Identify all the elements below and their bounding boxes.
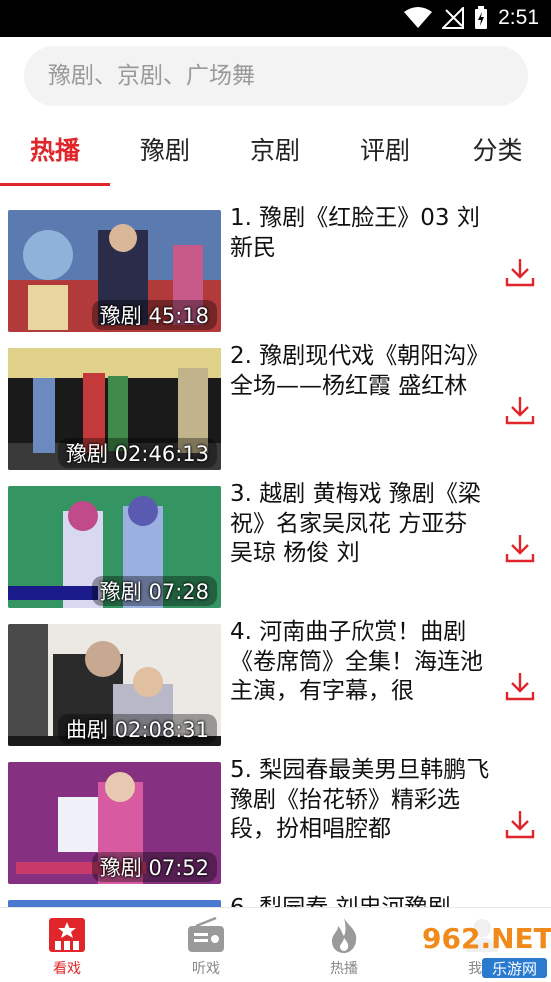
- video-duration: 豫剧 02:46:13: [58, 438, 217, 468]
- video-list[interactable]: 豫剧 45:18 1. 豫剧《红脸王》03 刘新民 豫剧 02:46:13 2.…: [0, 200, 551, 908]
- video-duration: 豫剧 07:28: [91, 576, 217, 606]
- nav-label: 看戏: [53, 961, 81, 977]
- video-duration: 豫剧 07:52: [91, 852, 217, 882]
- download-icon[interactable]: [504, 670, 536, 702]
- tab-category[interactable]: 分类: [450, 128, 545, 178]
- video-title[interactable]: 5. 梨园春最美男旦韩鹏飞豫剧《抬花轿》精彩选段，扮相唱腔都: [230, 756, 495, 845]
- video-title[interactable]: 6. 梨园春 刘忠河豫剧: [230, 894, 495, 908]
- download-icon[interactable]: [504, 256, 536, 288]
- download-icon[interactable]: [504, 808, 536, 840]
- nav-label: 听戏: [192, 961, 220, 977]
- active-tab-indicator: [0, 183, 110, 186]
- category-tabs: 热播 豫剧 京剧 评剧 分类: [0, 128, 551, 186]
- tab-pingju[interactable]: 评剧: [340, 128, 430, 178]
- video-thumbnail[interactable]: 豫剧 02:46:13: [8, 348, 221, 470]
- video-title[interactable]: 4. 河南曲子欣赏！曲剧《卷席筒》全集！海连池主演，有字幕，很: [230, 618, 495, 707]
- search-input[interactable]: [46, 62, 510, 90]
- video-duration: 豫剧 45:18: [91, 300, 217, 330]
- video-item[interactable]: 曲剧 02:08:31 4. 河南曲子欣赏！曲剧《卷席筒》全集！海连池主演，有字…: [0, 614, 551, 746]
- video-duration: 曲剧 02:08:31: [58, 714, 217, 744]
- nav-listen[interactable]: 听戏: [166, 908, 246, 982]
- watermark-text: 962.NET: [422, 922, 551, 955]
- video-thumbnail[interactable]: 豫剧 45:18: [8, 210, 221, 332]
- status-time: 2:51: [498, 6, 539, 29]
- video-title[interactable]: 2. 豫剧现代戏《朝阳沟》全场——杨红霞 盛红林: [230, 342, 495, 401]
- theater-icon: [49, 918, 85, 952]
- nav-label: 热播: [330, 961, 358, 977]
- tab-jingju[interactable]: 京剧: [230, 128, 320, 178]
- nav-watch[interactable]: 看戏: [27, 908, 107, 982]
- video-item[interactable]: 6. 梨园春 刘忠河豫剧: [0, 890, 551, 908]
- video-title[interactable]: 1. 豫剧《红脸王》03 刘新民: [230, 204, 495, 263]
- video-item[interactable]: 豫剧 02:46:13 2. 豫剧现代戏《朝阳沟》全场——杨红霞 盛红林: [0, 338, 551, 470]
- tab-hot[interactable]: 热播: [10, 128, 100, 178]
- battery-charging-icon: [475, 6, 488, 29]
- nav-hot[interactable]: 热播: [304, 908, 384, 982]
- flame-icon: [332, 918, 357, 953]
- tab-yuju[interactable]: 豫剧: [120, 128, 210, 178]
- radio-icon: [188, 916, 224, 952]
- site-watermark: 962.NET 乐游网: [416, 916, 551, 978]
- download-icon[interactable]: [504, 394, 536, 426]
- video-thumbnail[interactable]: 豫剧 07:52: [8, 762, 221, 884]
- video-thumbnail[interactable]: 曲剧 02:08:31: [8, 624, 221, 746]
- watermark-subtext: 乐游网: [492, 960, 537, 978]
- video-item[interactable]: 豫剧 45:18 1. 豫剧《红脸王》03 刘新民: [0, 200, 551, 332]
- status-bar: 2:51: [0, 0, 551, 37]
- video-item[interactable]: 豫剧 07:52 5. 梨园春最美男旦韩鹏飞豫剧《抬花轿》精彩选段，扮相唱腔都: [0, 752, 551, 884]
- wifi-icon: [404, 7, 433, 28]
- video-title[interactable]: 3. 越剧 黄梅戏 豫剧《梁祝》名家吴凤花 方亚芬 吴琼 杨俊 刘: [230, 480, 495, 569]
- no-signal-icon: [442, 7, 465, 29]
- download-icon[interactable]: [504, 532, 536, 564]
- search-bar[interactable]: [24, 46, 528, 106]
- video-item[interactable]: 豫剧 07:28 3. 越剧 黄梅戏 豫剧《梁祝》名家吴凤花 方亚芬 吴琼 杨俊…: [0, 476, 551, 608]
- video-thumbnail[interactable]: 豫剧 07:28: [8, 486, 221, 608]
